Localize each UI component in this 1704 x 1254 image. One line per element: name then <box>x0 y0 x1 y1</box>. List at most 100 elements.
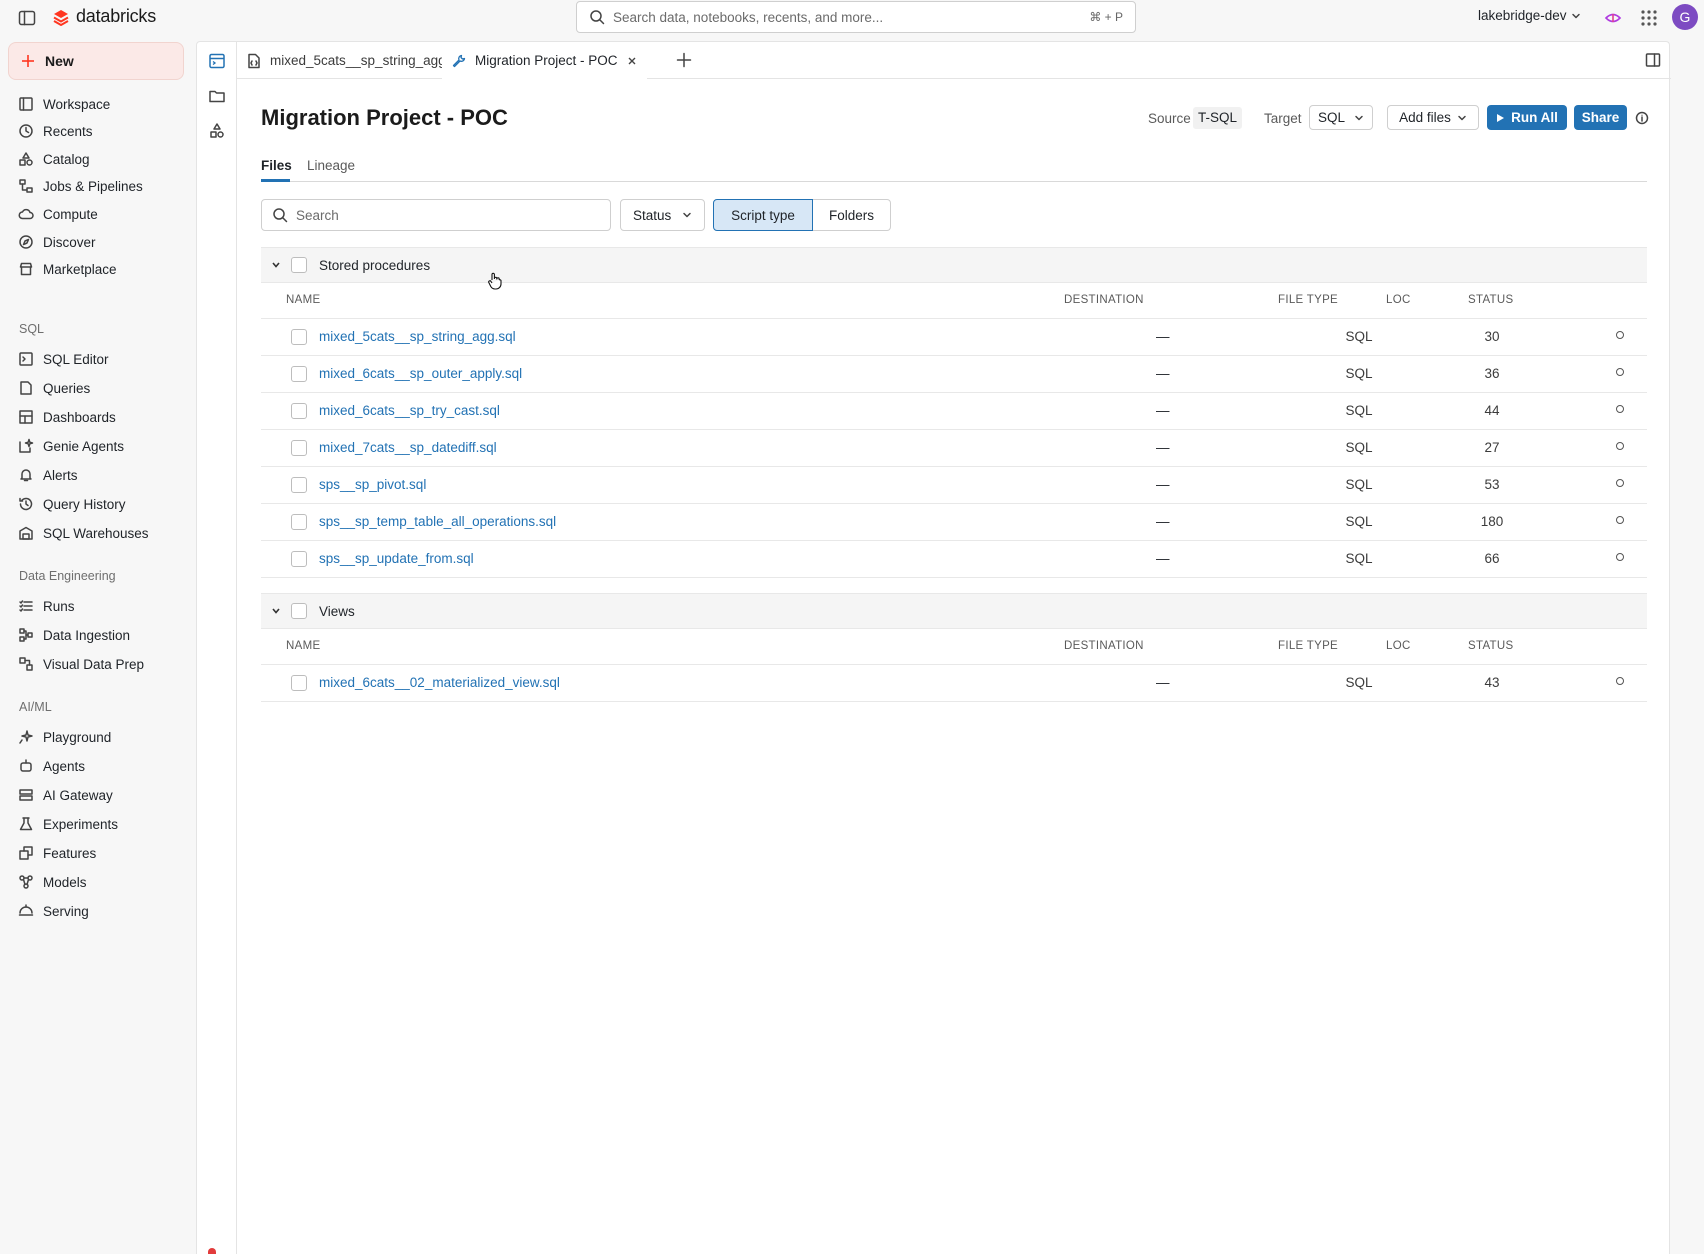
file-search[interactable] <box>261 199 611 231</box>
sidebar-item-runs[interactable]: Runs <box>18 595 75 617</box>
sidebar-item-agents[interactable]: Agents <box>18 755 85 777</box>
sidebar-item-discover[interactable]: Discover <box>18 231 96 253</box>
chevron-down-icon[interactable] <box>271 606 281 616</box>
sidebar-item-alerts[interactable]: Alerts <box>18 464 78 486</box>
column-status: STATUS <box>1468 640 1514 652</box>
status-pending-icon <box>1616 442 1624 450</box>
file-name-link[interactable]: mixed_7cats__sp_datediff.sql <box>319 440 497 455</box>
sidebar-item-queries[interactable]: Queries <box>18 377 90 399</box>
row-checkbox[interactable] <box>291 514 307 530</box>
sidebar-item-dashboards[interactable]: Dashboards <box>18 406 116 428</box>
notebook-icon[interactable] <box>208 52 226 70</box>
status-filter[interactable]: Status <box>620 199 705 231</box>
column-name: NAME <box>286 640 321 652</box>
info-icon[interactable] <box>1635 111 1649 125</box>
row-checkbox[interactable] <box>291 440 307 456</box>
row-checkbox[interactable] <box>291 403 307 419</box>
group-checkbox[interactable] <box>291 257 307 273</box>
file-name-link[interactable]: mixed_6cats__02_materialized_view.sql <box>319 675 560 690</box>
file-type-cell: SQL <box>1345 329 1373 344</box>
page-tabs: Files Lineage <box>261 151 1647 182</box>
folder-icon[interactable] <box>208 87 226 105</box>
global-search-input[interactable] <box>613 9 1090 25</box>
target-select[interactable]: SQL <box>1309 105 1373 130</box>
sidebar-item-playground[interactable]: Playground <box>18 726 111 748</box>
sidebar-item-serving[interactable]: Serving <box>18 900 89 922</box>
row-checkbox[interactable] <box>291 366 307 382</box>
add-tab-icon[interactable] <box>675 51 693 69</box>
sidebar-item-data-ingestion[interactable]: Data Ingestion <box>18 624 130 646</box>
databricks-logo[interactable]: databricks <box>52 6 156 27</box>
close-icon[interactable] <box>627 56 637 66</box>
sidebar-item-label: SQL Editor <box>43 351 109 367</box>
file-name-link[interactable]: sps__sp_pivot.sql <box>319 477 426 492</box>
new-button[interactable]: New <box>8 42 184 80</box>
row-checkbox[interactable] <box>291 551 307 567</box>
file-search-input[interactable] <box>296 207 600 223</box>
sidebar-item-query-history[interactable]: Query History <box>18 493 126 515</box>
sidebar-item-experiments[interactable]: Experiments <box>18 813 118 835</box>
file-name-link[interactable]: mixed_5cats__sp_string_agg.sql <box>319 329 516 344</box>
file-type-cell: SQL <box>1345 366 1373 381</box>
loc-cell: 66 <box>1484 551 1500 566</box>
file-name-link[interactable]: mixed_6cats__sp_try_cast.sql <box>319 403 500 418</box>
sidebar-item-recents[interactable]: Recents <box>18 120 93 142</box>
workspace-switcher[interactable]: lakebridge-dev <box>1478 8 1581 23</box>
data-engineering-section-heading: Data Engineering <box>19 569 116 583</box>
split-view-icon[interactable] <box>1645 52 1661 68</box>
tab-files[interactable]: Files <box>261 158 292 173</box>
chevron-down-icon[interactable] <box>271 260 281 270</box>
file-name-link[interactable]: sps__sp_update_from.sql <box>319 551 474 566</box>
sidebar-toggle-icon[interactable] <box>18 9 36 27</box>
file-type-cell: SQL <box>1345 675 1373 690</box>
share-button[interactable]: Share <box>1574 105 1627 130</box>
file-type-cell: SQL <box>1345 514 1373 529</box>
global-search[interactable]: ⌘ + P <box>576 1 1136 33</box>
row-checkbox[interactable] <box>291 477 307 493</box>
folders-toggle[interactable]: Folders <box>813 199 891 231</box>
sidebar-item-genie-agents[interactable]: Genie Agents <box>18 435 124 457</box>
status-pending-icon <box>1616 553 1624 561</box>
row-checkbox[interactable] <box>291 675 307 691</box>
sidebar-item-models[interactable]: Models <box>18 871 87 893</box>
file-name-link[interactable]: mixed_6cats__sp_outer_apply.sql <box>319 366 522 381</box>
logo-text: databricks <box>76 6 157 26</box>
tab-lineage[interactable]: Lineage <box>307 158 355 173</box>
sidebar-item-catalog[interactable]: Catalog <box>18 148 90 170</box>
sidebar-item-sql-warehouses[interactable]: SQL Warehouses <box>18 522 149 544</box>
table-row[interactable]: sps__sp_pivot.sql — SQL 53 <box>261 467 1647 504</box>
status-pending-icon <box>1616 405 1624 413</box>
row-checkbox[interactable] <box>291 329 307 345</box>
table-row[interactable]: mixed_5cats__sp_string_agg.sql — SQL 30 <box>261 319 1647 356</box>
sidebar-item-marketplace[interactable]: Marketplace <box>18 258 117 280</box>
apps-grid-icon[interactable] <box>1640 9 1658 27</box>
sidebar-item-label: Serving <box>43 903 89 919</box>
add-files-button[interactable]: Add files <box>1387 105 1479 130</box>
run-all-button[interactable]: Run All <box>1487 105 1567 130</box>
file-name-link[interactable]: sps__sp_temp_table_all_operations.sql <box>319 514 556 529</box>
group-checkbox[interactable] <box>291 603 307 619</box>
tab-sp-string-agg[interactable]: mixed_5cats__sp_string_agg <box>237 42 456 79</box>
tab-migration-project[interactable]: Migration Project - POC <box>442 42 647 79</box>
table-row[interactable]: sps__sp_update_from.sql — SQL 66 <box>261 541 1647 578</box>
sidebar-item-workspace[interactable]: Workspace <box>18 93 110 115</box>
catalog-shapes-icon[interactable] <box>208 122 226 140</box>
table-row[interactable]: mixed_6cats__02_materialized_view.sql — SQ… <box>261 665 1647 702</box>
column-file-type: FILE TYPE <box>1278 294 1339 306</box>
table-row[interactable]: sps__sp_temp_table_all_operations.sql — SQ… <box>261 504 1647 541</box>
table-row[interactable]: mixed_6cats__sp_try_cast.sql — SQL 44 <box>261 393 1647 430</box>
script-type-toggle[interactable]: Script type <box>713 199 813 231</box>
sidebar-item-jobs-pipelines[interactable]: Jobs & Pipelines <box>18 175 143 197</box>
table-row[interactable]: mixed_6cats__sp_outer_apply.sql — SQL 36 <box>261 356 1647 393</box>
sidebar-item-ai-gateway[interactable]: AI Gateway <box>18 784 113 806</box>
sidebar-item-label: AI Gateway <box>43 787 113 803</box>
sidebar-item-compute[interactable]: Compute <box>18 203 98 225</box>
sidebar-item-sql-editor[interactable]: SQL Editor <box>18 348 109 370</box>
sidebar-item-visual-data-prep[interactable]: Visual Data Prep <box>18 653 144 675</box>
sidebar-item-features[interactable]: Features <box>18 842 96 864</box>
avatar[interactable]: G <box>1672 4 1698 30</box>
table-row[interactable]: mixed_7cats__sp_datediff.sql — SQL 27 <box>261 430 1647 467</box>
sidebar-item-label: Experiments <box>43 816 119 832</box>
gateway-icon <box>18 787 34 803</box>
assistant-icon[interactable] <box>1603 8 1623 28</box>
